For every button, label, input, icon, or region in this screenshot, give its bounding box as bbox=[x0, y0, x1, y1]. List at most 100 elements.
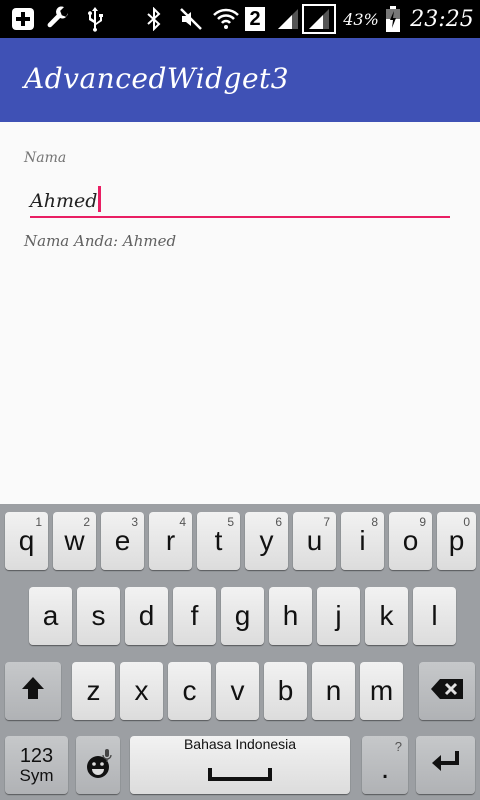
key-w[interactable]: 2w bbox=[53, 512, 96, 570]
key-hint: 0 bbox=[463, 515, 470, 529]
sim-label: 2 bbox=[245, 7, 265, 31]
key-i[interactable]: 8i bbox=[341, 512, 384, 570]
space-icon bbox=[208, 756, 272, 788]
key-e[interactable]: 3e bbox=[101, 512, 144, 570]
mute-icon bbox=[178, 6, 204, 32]
key-hint: 5 bbox=[227, 515, 234, 529]
key-label: z bbox=[86, 675, 101, 706]
key-label: c bbox=[182, 675, 197, 706]
key-a[interactable]: a bbox=[29, 587, 72, 645]
key-d[interactable]: d bbox=[125, 587, 168, 645]
key-label: g bbox=[234, 600, 251, 631]
key-label: w bbox=[64, 525, 85, 556]
text-cursor bbox=[98, 186, 102, 212]
key-r[interactable]: 4r bbox=[149, 512, 192, 570]
wifi-icon bbox=[212, 6, 240, 32]
key-b[interactable]: b bbox=[264, 662, 307, 720]
main-content: Nama Ahmed Nama Anda: Ahmed bbox=[0, 122, 480, 504]
key-label: f bbox=[190, 600, 199, 631]
soft-keyboard: 1q 2w 3e 4r 5t 6y 7u 8i 9o 0p a s d f g … bbox=[0, 504, 480, 800]
key-y[interactable]: 6y bbox=[245, 512, 288, 570]
key-p[interactable]: 0p bbox=[437, 512, 476, 570]
app-title: AdvancedWidget3 bbox=[24, 62, 290, 95]
key-label: m bbox=[369, 675, 394, 706]
key-hint: 2 bbox=[83, 515, 90, 529]
key-q[interactable]: 1q bbox=[5, 512, 48, 570]
name-result-text: Nama Anda: Ahmed bbox=[24, 232, 177, 250]
key-label: v bbox=[230, 675, 245, 706]
key-n[interactable]: n bbox=[312, 662, 355, 720]
key-label: q bbox=[18, 525, 35, 556]
key-label: i bbox=[359, 525, 366, 556]
key-l[interactable]: l bbox=[413, 587, 456, 645]
clock: 23:25 bbox=[410, 6, 474, 32]
shift-key[interactable] bbox=[5, 662, 61, 720]
key-c[interactable]: c bbox=[168, 662, 211, 720]
symbols-key[interactable]: 123 Sym bbox=[5, 736, 68, 794]
signal-icon bbox=[302, 4, 336, 34]
key-s[interactable]: s bbox=[77, 587, 120, 645]
signal-icon bbox=[276, 6, 300, 32]
key-label: u bbox=[306, 525, 323, 556]
key-k[interactable]: k bbox=[365, 587, 408, 645]
period-key-label: . bbox=[380, 752, 390, 785]
symbols-key-label-top: 123 bbox=[19, 744, 54, 767]
key-hint: 7 bbox=[323, 515, 330, 529]
key-label: b bbox=[277, 675, 294, 706]
battery-icon bbox=[384, 6, 402, 32]
wrench-icon bbox=[44, 6, 72, 32]
backspace-icon bbox=[430, 675, 464, 707]
key-label: r bbox=[165, 525, 176, 556]
battery-percent: 43% bbox=[343, 9, 379, 29]
key-label: e bbox=[114, 525, 131, 556]
emoji-key[interactable] bbox=[76, 736, 120, 794]
key-x[interactable]: x bbox=[120, 662, 163, 720]
key-label: l bbox=[431, 600, 438, 631]
key-hint: 8 bbox=[371, 515, 378, 529]
space-key-label: Bahasa Indonesia bbox=[183, 736, 297, 752]
symbols-key-label-bottom: Sym bbox=[19, 765, 54, 785]
key-hint: 3 bbox=[131, 515, 138, 529]
key-u[interactable]: 7u bbox=[293, 512, 336, 570]
key-label: k bbox=[379, 600, 394, 631]
enter-icon bbox=[430, 749, 462, 782]
space-key[interactable]: Bahasa Indonesia bbox=[130, 736, 350, 794]
key-label: x bbox=[134, 675, 149, 706]
key-label: o bbox=[402, 525, 419, 556]
key-label: n bbox=[325, 675, 342, 706]
key-m[interactable]: m bbox=[360, 662, 403, 720]
key-o[interactable]: 9o bbox=[389, 512, 432, 570]
status-bar: 2 43% 23:25 bbox=[0, 0, 480, 38]
key-label: d bbox=[138, 600, 155, 631]
bluetooth-icon bbox=[144, 6, 164, 32]
key-g[interactable]: g bbox=[221, 587, 264, 645]
add-icon bbox=[10, 6, 36, 32]
key-t[interactable]: 5t bbox=[197, 512, 240, 570]
key-label: t bbox=[214, 525, 223, 556]
key-h[interactable]: h bbox=[269, 587, 312, 645]
enter-key[interactable] bbox=[416, 736, 475, 794]
shift-icon bbox=[20, 675, 46, 708]
key-label: p bbox=[448, 525, 465, 556]
key-label: s bbox=[91, 600, 106, 631]
period-key[interactable]: ? . bbox=[362, 736, 408, 794]
key-j[interactable]: j bbox=[317, 587, 360, 645]
key-label: a bbox=[42, 600, 59, 631]
name-input-value: Ahmed bbox=[30, 190, 98, 212]
key-f[interactable]: f bbox=[173, 587, 216, 645]
key-label: h bbox=[282, 600, 299, 631]
backspace-key[interactable] bbox=[419, 662, 475, 720]
key-label: j bbox=[335, 600, 342, 631]
key-z[interactable]: z bbox=[72, 662, 115, 720]
key-label: y bbox=[259, 525, 274, 556]
key-hint: 4 bbox=[179, 515, 186, 529]
name-field-label: Nama bbox=[24, 150, 67, 166]
key-v[interactable]: v bbox=[216, 662, 259, 720]
usb-icon bbox=[84, 6, 106, 32]
mic-icon bbox=[102, 738, 112, 770]
period-key-hint: ? bbox=[394, 739, 402, 754]
sim-icon: 2 bbox=[244, 6, 266, 32]
app-bar: AdvancedWidget3 bbox=[0, 38, 480, 122]
key-hint: 1 bbox=[35, 515, 42, 529]
name-input[interactable]: Ahmed bbox=[30, 184, 450, 218]
